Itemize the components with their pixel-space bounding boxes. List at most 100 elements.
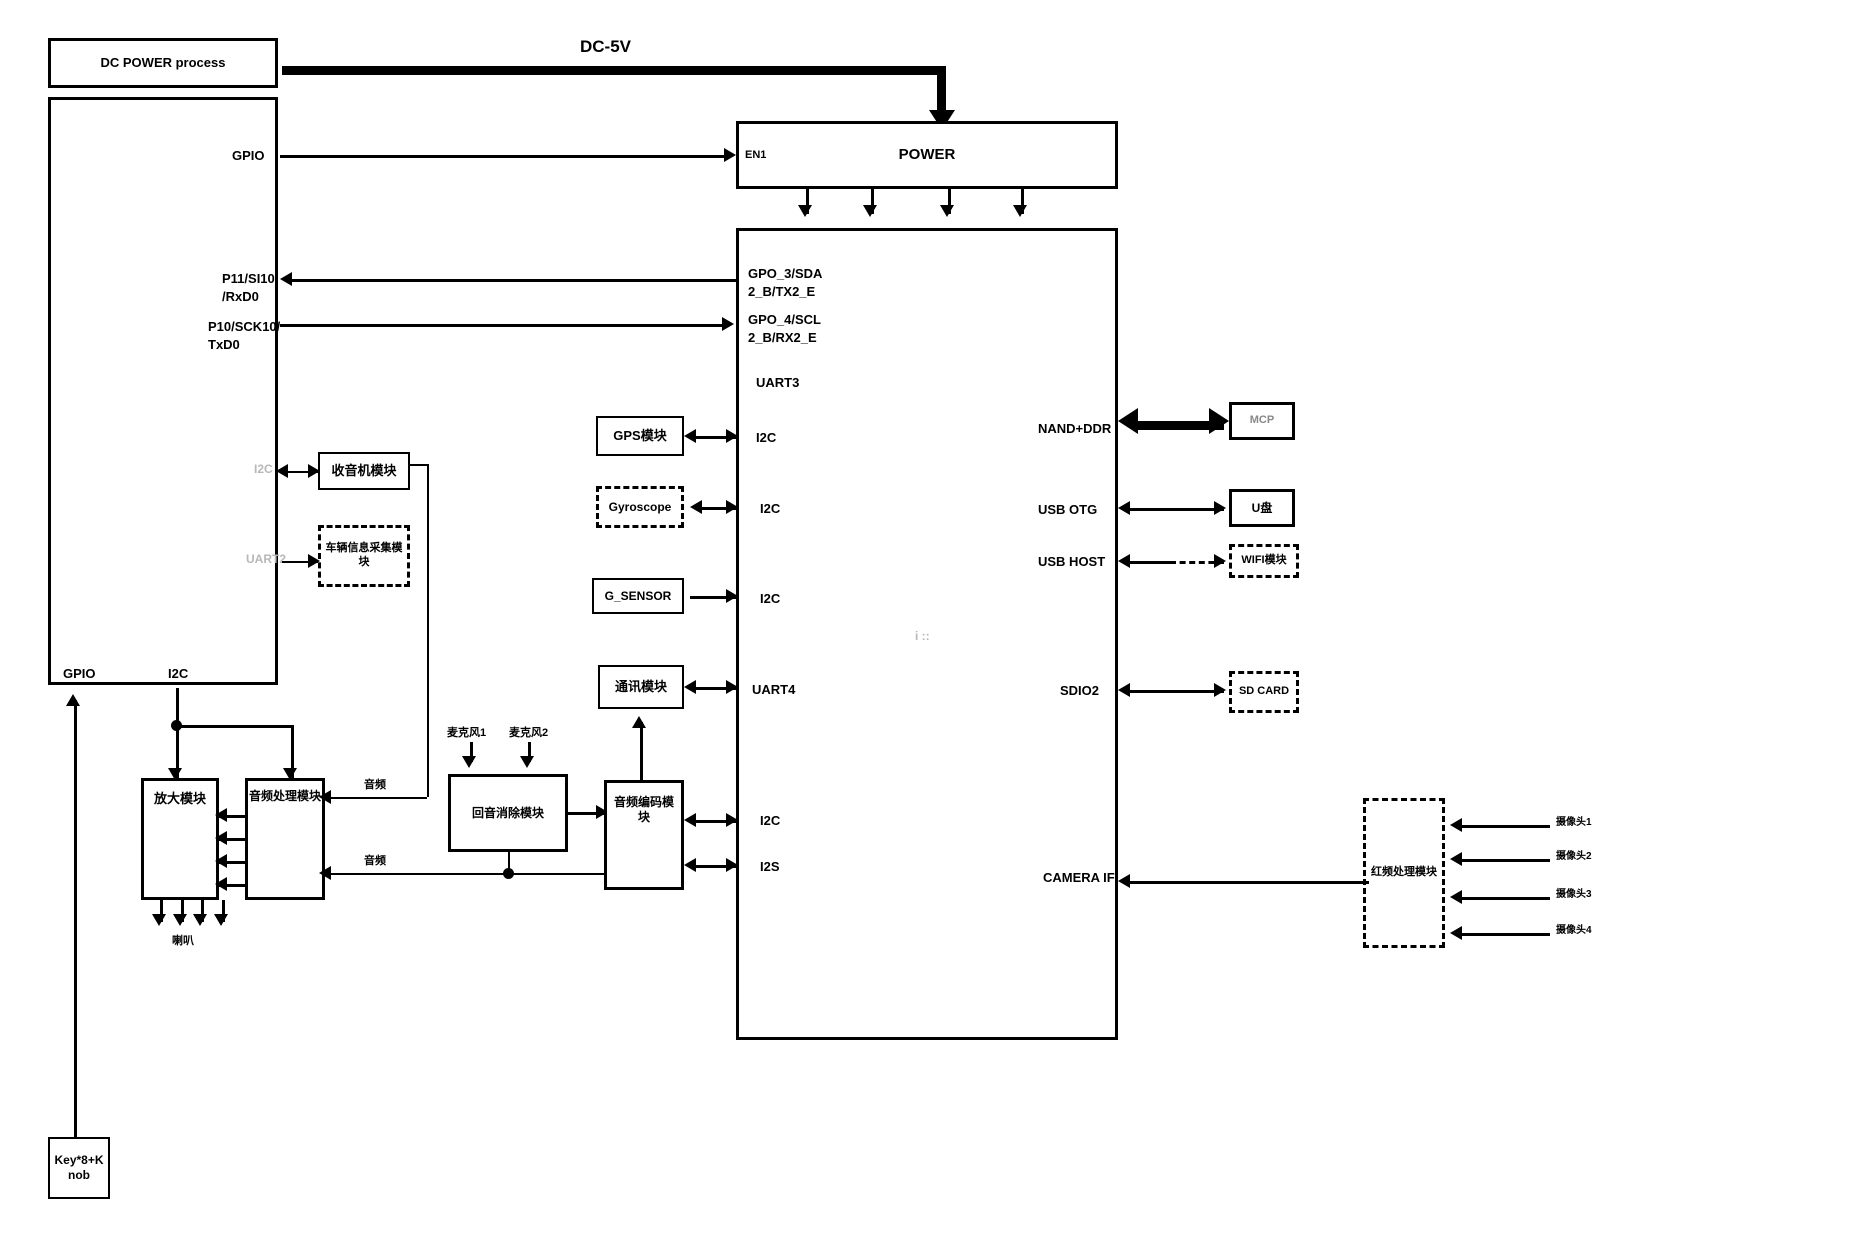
wire-keyknob-to-mcu bbox=[74, 700, 77, 1137]
label-speaker: 喇叭 bbox=[172, 935, 194, 947]
arrow-codec-i2s-right bbox=[726, 858, 738, 872]
arrow-codec-i2s-left bbox=[684, 858, 696, 872]
arrow-radio-left bbox=[276, 464, 288, 478]
soc-pin-i2c-gsensor: I2C bbox=[760, 591, 781, 606]
mcu-pin-p10: P10/SCK10/ TxD0 bbox=[208, 319, 281, 352]
power-pin-en1: EN1 bbox=[745, 149, 767, 161]
mcu-pin-i2c-mid: I2C bbox=[254, 462, 273, 476]
wire-codec-to-comm bbox=[640, 722, 643, 780]
block-u-disk[interactable]: U盘 bbox=[1229, 489, 1295, 527]
arrow-camera-4 bbox=[1450, 926, 1462, 940]
block-echo-cancel-module-label: 回音消除模块 bbox=[471, 805, 544, 820]
arrow-mcp-left bbox=[1118, 408, 1138, 434]
mcu-pin-i2c-bottom: I2C bbox=[168, 666, 189, 681]
arrow-camera-2 bbox=[1450, 852, 1462, 866]
arrow-udisk-left bbox=[1118, 501, 1130, 515]
wire-camera-2 bbox=[1458, 859, 1550, 862]
soc-pin-uart3: UART3 bbox=[756, 375, 800, 390]
mcu-pin-uart2: UART2 bbox=[246, 552, 287, 566]
wire-p10-to-gpo4 bbox=[280, 324, 724, 327]
mcu-pin-p11: P11/SI10 /RxD0 bbox=[222, 271, 275, 304]
arrow-speaker-1 bbox=[152, 914, 166, 926]
label-audio-bottom: 音频 bbox=[364, 855, 386, 867]
arrow-gpio-to-en1 bbox=[724, 148, 736, 162]
arrow-camera-1 bbox=[1450, 818, 1462, 832]
wire-gpo3-to-p11 bbox=[292, 279, 736, 282]
soc-pin-usb-otg: USB OTG bbox=[1038, 502, 1098, 517]
mcu-pin-gpio-top: GPIO bbox=[232, 148, 265, 163]
arrow-wifi-right bbox=[1214, 554, 1226, 568]
arrow-comm-right bbox=[726, 680, 738, 694]
arrow-mic1 bbox=[462, 756, 476, 768]
mcu-pin-gpio-bottom: GPIO bbox=[63, 666, 96, 681]
block-echo-cancel-module[interactable]: 回音消除模块 bbox=[448, 774, 568, 852]
arrow-camera-if-left bbox=[1118, 874, 1130, 888]
soc-pin-sdio2: SDIO2 bbox=[1060, 683, 1100, 698]
block-video-process-module[interactable]: 红频处理模块 bbox=[1363, 798, 1445, 948]
arrow-keyknob-to-mcu bbox=[66, 694, 80, 706]
soc-center-text: i :: bbox=[915, 629, 930, 643]
arrow-speaker-3 bbox=[193, 914, 207, 926]
wire-camera-3 bbox=[1458, 897, 1550, 900]
block-amplifier-module[interactable]: 放大模块 bbox=[141, 778, 219, 900]
block-g-sensor[interactable]: G_SENSOR bbox=[592, 578, 684, 614]
arrow-audio-to-amp-2 bbox=[215, 831, 227, 845]
block-comm-module[interactable]: 通讯模块 bbox=[598, 665, 684, 709]
arrow-power-rail-1 bbox=[798, 205, 812, 217]
block-audio-codec-module[interactable]: 音频编码模 块 bbox=[604, 780, 684, 890]
block-gps-module[interactable]: GPS模块 bbox=[596, 416, 684, 456]
wire-radio-right-stub bbox=[410, 464, 428, 466]
arrow-sdcard-left bbox=[1118, 683, 1130, 697]
wire-audio-in-top bbox=[325, 797, 427, 799]
arrow-sdcard-right bbox=[1214, 683, 1226, 697]
block-power-label: POWER bbox=[898, 145, 956, 163]
arrow-camera-3 bbox=[1450, 890, 1462, 904]
block-mcu[interactable] bbox=[48, 97, 278, 685]
arrow-audio-to-amp-3 bbox=[215, 854, 227, 868]
wire-camera-1 bbox=[1458, 825, 1550, 828]
arrow-power-rail-3 bbox=[940, 205, 954, 217]
block-sd-card[interactable]: SD CARD bbox=[1229, 671, 1299, 713]
wire-usbotg-to-udisk bbox=[1126, 508, 1224, 511]
block-vehicle-info-module-label: 车辆信息采集模 块 bbox=[325, 542, 403, 568]
block-power[interactable]: POWER bbox=[736, 121, 1118, 189]
block-gyroscope[interactable]: Gyroscope bbox=[596, 486, 684, 528]
arrow-comm-left bbox=[684, 680, 696, 694]
block-dc-power-process-label: DC POWER process bbox=[100, 54, 226, 70]
arrow-gps-right bbox=[726, 429, 738, 443]
wire-sdio2-to-sdcard bbox=[1126, 690, 1224, 693]
arrow-gyro-left bbox=[690, 500, 702, 514]
wire-mcu-i2c-across bbox=[176, 725, 294, 728]
block-audio-process-module[interactable]: 音频处理模块 bbox=[245, 778, 325, 900]
arrow-power-rail-2 bbox=[863, 205, 877, 217]
arrow-gpo3-to-p11 bbox=[280, 272, 292, 286]
block-key-knob[interactable]: Key*8+K nob bbox=[48, 1137, 110, 1199]
soc-pin-camera-if: CAMERA IF bbox=[1043, 870, 1115, 885]
block-mcp-label: MCP bbox=[1249, 414, 1275, 427]
arrow-audio-to-amp-4 bbox=[215, 877, 227, 891]
block-u-disk-label: U盘 bbox=[1251, 500, 1273, 515]
label-dc-5v: DC-5V bbox=[580, 37, 632, 56]
soc-pin-i2c-codec: I2C bbox=[760, 813, 781, 828]
label-mic1: 麦克风1 bbox=[447, 727, 487, 739]
arrow-gps-left bbox=[684, 429, 696, 443]
block-wifi-module[interactable]: WIFI模块 bbox=[1229, 544, 1299, 578]
block-audio-process-module-label: 音频处理模块 bbox=[248, 789, 321, 803]
label-camera-1: 摄像头1 bbox=[1556, 817, 1592, 828]
arrow-mcp-right bbox=[1209, 408, 1229, 434]
arrow-audio-in-bottom bbox=[319, 866, 331, 880]
block-dc-power-process[interactable]: DC POWER process bbox=[48, 38, 278, 88]
soc-pin-gpo4-scl: GPO_4/SCL 2_B/RX2_E bbox=[748, 312, 821, 345]
arrow-mic2 bbox=[520, 756, 534, 768]
wire-audio-in-bottom bbox=[325, 873, 613, 875]
block-wifi-module-label: WIFI模块 bbox=[1241, 554, 1287, 567]
soc-pin-i2s: I2S bbox=[760, 859, 780, 874]
wire-echo-down bbox=[508, 852, 510, 874]
arrow-codec-i2c-left bbox=[684, 813, 696, 827]
block-vehicle-info-module[interactable]: 车辆信息采集模 块 bbox=[318, 525, 410, 587]
block-diagram-canvas: DC POWER process DC-5V GPIO P11/SI10 /Rx… bbox=[0, 0, 1866, 1252]
block-radio-module[interactable]: 收音机模块 bbox=[318, 452, 410, 490]
arrow-audio-in-top bbox=[319, 790, 331, 804]
block-mcp[interactable]: MCP bbox=[1229, 402, 1295, 440]
wire-camera-4 bbox=[1458, 933, 1550, 936]
